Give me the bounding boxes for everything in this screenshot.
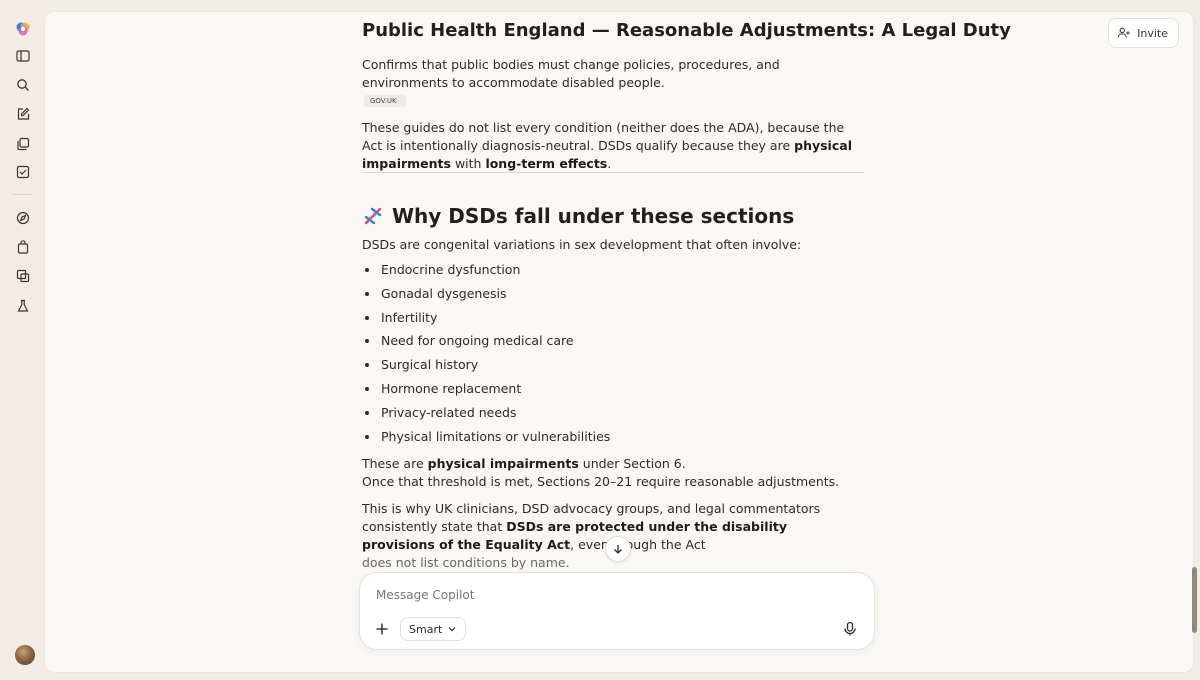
copilot-logo-icon[interactable] [12,18,34,40]
avatar[interactable] [15,645,35,665]
section-heading-text: Why DSDs fall under these sections [392,204,795,228]
paragraph-3: These are physical impairments under Sec… [362,455,864,491]
mode-label: Smart [409,622,443,636]
chevron-down-icon [448,627,456,632]
paragraph-3-bold: physical impairments [427,456,579,471]
sidebar-toggle-icon[interactable] [12,45,34,67]
add-person-icon [1117,27,1130,38]
add-attachment-button[interactable] [370,617,394,641]
bullet-list: Endocrine dysfunction Gonadal dysgenesis… [362,261,862,451]
labs-icon[interactable] [12,295,34,317]
chat-panel: Invite Public Health England — Reasonabl… [44,11,1194,673]
scrollbar-thumb[interactable] [1192,567,1197,633]
section-divider [362,172,864,173]
message-input[interactable] [374,585,818,605]
new-chat-icon[interactable] [12,103,34,125]
plus-icon [376,623,388,635]
section-heading: Why DSDs fall under these sections [362,204,794,228]
discover-icon[interactable] [12,207,34,229]
source-citation-tag[interactable]: GOV.UK [364,95,406,107]
list-item: Physical limitations or vulnerabilities [362,428,862,452]
paragraph-1: Confirms that public bodies must change … [362,57,780,90]
arrow-down-icon [614,545,622,554]
pages-icon[interactable] [12,265,34,287]
paragraph-2-text-a: These guides do not list every condition… [362,120,845,153]
scroll-to-bottom-button[interactable] [605,536,631,562]
microphone-button[interactable] [838,617,862,641]
rail-divider [13,194,33,195]
list-item: Gonadal dysgenesis [362,285,862,309]
paragraph-4-text-c: , even though the Act [570,537,706,552]
invite-button[interactable]: Invite [1108,18,1179,48]
list-item: Surgical history [362,356,862,380]
microphone-icon [844,621,856,636]
paragraph-2-bold-2: long-term effects [485,156,608,171]
search-icon[interactable] [12,74,34,96]
tasks-icon[interactable] [12,161,34,183]
left-rail [0,0,44,680]
list-item: Need for ongoing medical care [362,332,862,356]
list-item: Endocrine dysfunction [362,261,862,285]
paragraph-2-text-c: with [450,156,486,171]
dna-icon [364,207,382,225]
list-item: Hormone replacement [362,380,862,404]
message-composer: Smart [359,572,875,650]
paragraph-2: These guides do not list every condition… [362,119,864,173]
paragraph-3-line-2: Once that threshold is met, Sections 20–… [362,474,840,489]
library-icon[interactable] [12,133,34,155]
shopping-icon[interactable] [12,236,34,258]
list-item: Privacy-related needs [362,404,862,428]
mode-select[interactable]: Smart [400,617,467,641]
section-intro: DSDs are congenital variations in sex de… [362,237,802,252]
page-scrollbar[interactable] [1190,0,1200,680]
paragraph-3-text-a: These are [362,456,428,471]
article-heading: Public Health England — Reasonable Adjus… [362,20,1011,41]
invite-label: Invite [1137,26,1168,40]
paragraph-2-text-d: . [607,156,612,171]
list-item: Infertility [362,309,862,333]
paragraph-3-text-c: under Section 6. [578,456,686,471]
paragraph-4-text-d: does not list conditions by name. [362,555,570,570]
